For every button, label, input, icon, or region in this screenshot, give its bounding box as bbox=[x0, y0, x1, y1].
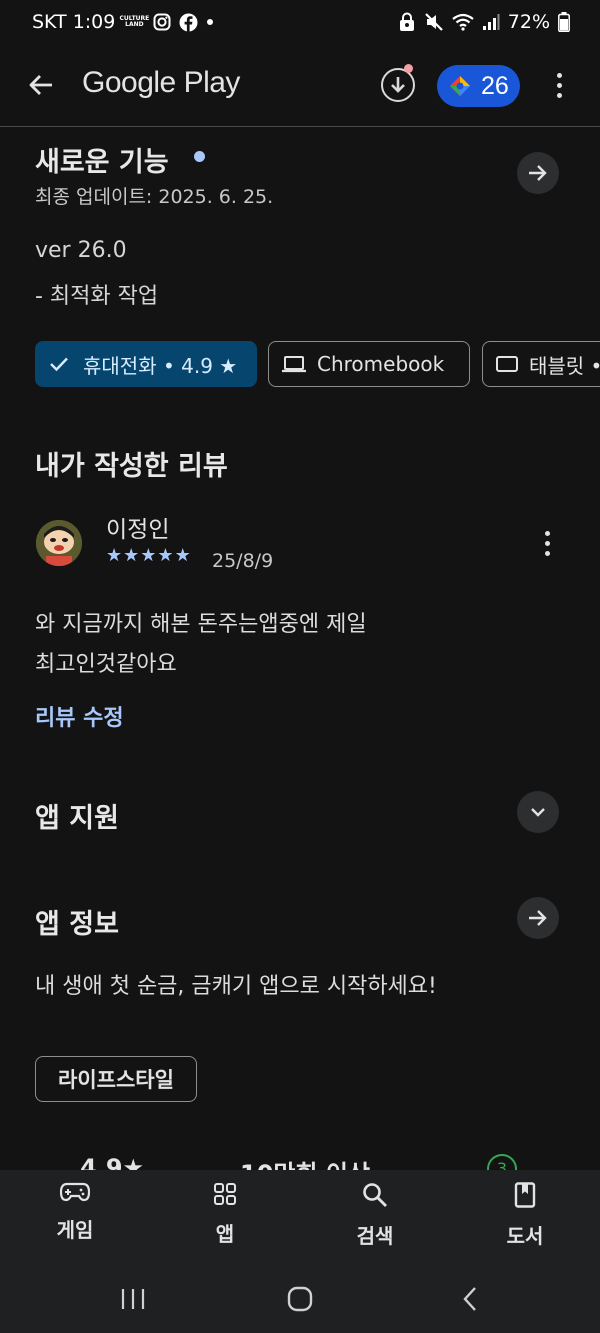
wifi-icon bbox=[452, 13, 474, 31]
new-indicator-dot bbox=[194, 151, 205, 162]
instagram-icon bbox=[153, 13, 171, 31]
nav-search[interactable]: 검색 bbox=[325, 1182, 425, 1249]
nav-games[interactable]: 게임 bbox=[25, 1182, 125, 1243]
status-bar: SKT 1:09 CULTURE LAND 72% bbox=[0, 0, 600, 44]
app-info-arrow-button[interactable] bbox=[517, 897, 559, 939]
culture-land-icon: CULTURE LAND bbox=[119, 15, 150, 28]
whats-new-title: 새로운 기능 bbox=[35, 147, 169, 178]
mute-icon bbox=[424, 12, 444, 32]
top-app-bar: Google Play 26 bbox=[0, 54, 600, 118]
app-description: 내 생애 첫 순금, 금캐기 앱으로 시작하세요! bbox=[35, 974, 437, 999]
device-chip-phone-label: 휴대전화 • 4.9 ★ bbox=[83, 353, 238, 378]
back-button[interactable] bbox=[24, 68, 58, 102]
app-support-expand-button[interactable] bbox=[517, 791, 559, 833]
more-vert-icon bbox=[556, 72, 562, 78]
nav-books-label: 도서 bbox=[506, 1224, 544, 1248]
play-points-button[interactable]: 26 bbox=[437, 65, 520, 107]
downloads-button[interactable] bbox=[381, 68, 415, 102]
apps-grid-icon bbox=[214, 1183, 236, 1205]
star-icon: ★ bbox=[123, 545, 140, 566]
system-back-button[interactable] bbox=[450, 1284, 490, 1314]
search-icon bbox=[363, 1183, 387, 1207]
device-chip-phone[interactable]: 휴대전화 • 4.9 ★ bbox=[35, 341, 257, 387]
check-icon bbox=[50, 357, 68, 372]
app-stats-row: 4.9★ 10만회 이상 3 bbox=[0, 1150, 600, 1172]
last-updated-date: 최종 업데이트: 2025. 6. 25. bbox=[35, 186, 274, 208]
play-points-count: 26 bbox=[481, 71, 509, 100]
reviewer-name: 이정인 bbox=[106, 517, 170, 543]
download-icon bbox=[391, 77, 405, 93]
more-options-button[interactable] bbox=[546, 68, 572, 102]
arrow-right-icon bbox=[529, 165, 547, 181]
category-tag[interactable]: 라이프스타일 bbox=[35, 1056, 197, 1102]
whats-new-arrow-button[interactable] bbox=[517, 152, 559, 194]
device-chip-chromebook[interactable]: Chromebook bbox=[268, 341, 470, 387]
battery-percent: 72% bbox=[507, 11, 550, 33]
reviewer-avatar bbox=[36, 520, 82, 566]
review-text-line1: 와 지금까지 해본 돈주는앱중엔 제일 bbox=[35, 612, 367, 637]
bottom-navigation: 게임 앱 검색 도서 bbox=[0, 1170, 600, 1270]
device-chip-tablet[interactable]: 태블릿 • bbox=[482, 341, 600, 387]
nav-games-label: 게임 bbox=[56, 1218, 94, 1242]
review-date: 25/8/9 bbox=[212, 550, 274, 572]
device-chip-chromebook-label: Chromebook bbox=[317, 352, 445, 376]
nav-search-label: 검색 bbox=[356, 1224, 394, 1248]
download-badge-dot bbox=[404, 64, 413, 73]
device-chip-tablet-label: 태블릿 • bbox=[529, 353, 600, 378]
nav-apps-label: 앱 bbox=[215, 1222, 235, 1246]
app-info-title: 앱 정보 bbox=[35, 909, 119, 940]
book-icon bbox=[514, 1182, 536, 1208]
alarm-lock-icon bbox=[398, 12, 416, 32]
star-icon: ★ bbox=[106, 545, 123, 566]
arrow-left-icon bbox=[29, 75, 52, 95]
recent-apps-button[interactable] bbox=[113, 1284, 153, 1314]
version-text: ver 26.0 bbox=[35, 238, 127, 263]
tablet-icon bbox=[496, 356, 518, 372]
star-icon: ★ bbox=[157, 545, 174, 566]
app-support-title: 앱 지원 bbox=[35, 803, 119, 834]
review-rating-stars: ★ ★ ★ ★ ★ bbox=[106, 546, 191, 566]
home-button[interactable] bbox=[280, 1284, 320, 1314]
battery-icon bbox=[558, 12, 570, 32]
review-more-button[interactable] bbox=[537, 528, 557, 558]
more-vert-icon bbox=[544, 530, 550, 536]
appbar-divider bbox=[0, 126, 600, 127]
my-review-title: 내가 작성한 리뷰 bbox=[35, 451, 228, 482]
laptop-icon bbox=[282, 356, 306, 373]
nav-apps[interactable]: 앱 bbox=[175, 1182, 275, 1247]
release-note: - 최적화 작업 bbox=[35, 284, 159, 309]
recent-apps-icon bbox=[121, 1289, 145, 1309]
star-icon: ★ bbox=[140, 545, 157, 566]
notification-dot-icon bbox=[206, 18, 214, 26]
nav-books[interactable]: 도서 bbox=[475, 1182, 575, 1249]
star-icon: ★ bbox=[174, 545, 191, 566]
play-points-icon bbox=[450, 76, 470, 96]
review-text-line2: 최고인것같아요 bbox=[35, 652, 177, 677]
facebook-icon bbox=[179, 13, 198, 32]
chevron-down-icon bbox=[531, 808, 545, 817]
home-icon bbox=[287, 1286, 313, 1312]
signal-icon bbox=[482, 13, 500, 31]
chevron-left-icon bbox=[463, 1287, 476, 1311]
system-navigation-bar bbox=[0, 1270, 600, 1333]
carrier-time: SKT 1:09 bbox=[32, 11, 116, 33]
edit-review-link[interactable]: 리뷰 수정 bbox=[35, 700, 124, 732]
arrow-right-icon bbox=[529, 910, 547, 926]
gamepad-icon bbox=[60, 1182, 90, 1202]
google-play-title: Google Play bbox=[82, 66, 240, 99]
